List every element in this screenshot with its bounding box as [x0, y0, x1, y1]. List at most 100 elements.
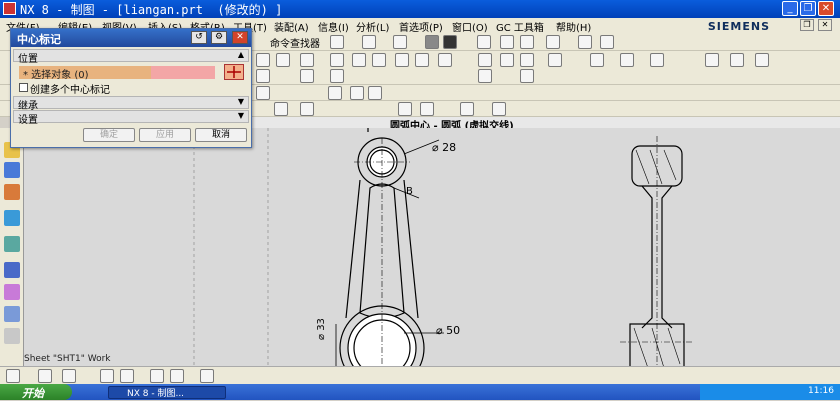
x-icon[interactable] [478, 53, 492, 67]
snap-end-icon[interactable] [100, 369, 114, 383]
shaded-icon[interactable] [425, 35, 439, 49]
section-settings[interactable]: 设置 ▼ [13, 110, 249, 126]
web-browser-icon[interactable] [4, 210, 20, 226]
move-icon[interactable] [520, 35, 534, 49]
hatch-icon[interactable] [328, 86, 342, 100]
snap-grid-icon[interactable] [398, 102, 412, 116]
restore-button[interactable]: ❐ [800, 1, 816, 16]
create-multiple-checkbox[interactable] [19, 83, 28, 92]
menu-gc-toolbox[interactable]: GC 工具箱 [496, 19, 544, 34]
minimize-button[interactable]: _ [782, 1, 798, 16]
snap-icon[interactable] [330, 35, 344, 49]
dim-vertical[interactable]: ⌀ 33 [316, 318, 327, 340]
menu-help[interactable]: 帮助(H) [556, 19, 591, 34]
wcs-icon[interactable] [500, 35, 514, 49]
draft-icon[interactable] [256, 86, 270, 100]
assembly-navigator-icon[interactable] [4, 162, 20, 178]
close-button[interactable]: ✕ [818, 1, 834, 16]
snap-cross-icon[interactable] [200, 369, 214, 383]
angle-icon[interactable] [256, 69, 270, 83]
bolt-icon[interactable] [730, 53, 744, 67]
text-icon[interactable] [330, 53, 344, 67]
xyz-icon[interactable] [520, 69, 534, 83]
mdi-restore-button[interactable]: ❐ [800, 19, 814, 31]
dimension-icon[interactable] [548, 53, 562, 67]
chevron-down-icon: ▼ [237, 111, 244, 120]
circle-icon[interactable] [300, 53, 314, 67]
selection-icon[interactable] [6, 369, 20, 383]
trim-icon[interactable] [415, 53, 429, 67]
menu-preferences[interactable]: 首选项(P) [399, 19, 443, 34]
rotate-icon[interactable] [368, 86, 382, 100]
nx-app-icon[interactable] [3, 2, 16, 15]
snap-tangent-icon[interactable] [170, 369, 184, 383]
render-style-icon[interactable] [443, 35, 457, 49]
command-finder-label[interactable]: 命令查找器 [270, 35, 320, 50]
dialog-close-button[interactable]: ✕ [232, 31, 248, 44]
menu-assembly[interactable]: 装配(A) [274, 19, 309, 34]
cube-icon[interactable] [492, 102, 506, 116]
dim-big-hole[interactable]: ⌀ 50 [436, 324, 460, 337]
ok-button[interactable]: 确定 [83, 128, 135, 142]
zoom-icon[interactable] [395, 53, 409, 67]
select-center-icon[interactable] [224, 64, 244, 80]
roles-icon[interactable] [4, 284, 20, 300]
clock-icon[interactable] [4, 262, 20, 278]
fillet-icon[interactable] [352, 53, 366, 67]
select-filter-icon[interactable] [362, 35, 376, 49]
menu-window[interactable]: 窗口(O) [452, 19, 488, 34]
point-icon[interactable] [520, 53, 534, 67]
check-icon[interactable] [438, 53, 452, 67]
hole-icon[interactable] [620, 53, 634, 67]
symbol-icon[interactable] [300, 69, 314, 83]
snap-quad-icon[interactable] [150, 369, 164, 383]
abc-text-icon[interactable] [478, 69, 492, 83]
section-inherit[interactable]: 继承 ▼ [13, 96, 249, 112]
palette-icon[interactable] [4, 236, 20, 252]
line-icon[interactable] [256, 53, 270, 67]
snap-mid-icon[interactable] [120, 369, 134, 383]
history-icon[interactable] [4, 184, 20, 200]
grid-icon[interactable] [578, 35, 592, 49]
dialog-title: 中心标记 [17, 33, 61, 46]
mdi-close-button[interactable]: ✕ [818, 19, 832, 31]
system-materials-icon[interactable] [4, 306, 20, 322]
chevron-down-icon: ▼ [237, 97, 244, 106]
view-fit-icon[interactable] [393, 35, 407, 49]
start-label: 开始 [22, 387, 44, 400]
intersect-icon[interactable] [500, 53, 514, 67]
select-object-label: * 选择对象 (0) [23, 70, 89, 81]
abc-icon[interactable] [330, 69, 344, 83]
view-icon[interactable] [274, 102, 288, 116]
taskbar-item-label: NX 8 - 制图... [127, 389, 185, 399]
status-text: Sheet "SHT1" Work [24, 354, 111, 364]
layer-icon[interactable] [477, 35, 491, 49]
arrow-icon[interactable] [590, 53, 604, 67]
settings-icon[interactable] [4, 328, 20, 344]
dialog-settings-icon[interactable]: ⚙ [211, 31, 227, 44]
table-icon[interactable] [372, 53, 386, 67]
menu-info[interactable]: 信息(I) [318, 19, 349, 34]
drawing-canvas[interactable] [24, 128, 840, 391]
reset-icon[interactable]: ↺ [191, 31, 207, 44]
dim-small-hole[interactable]: ⌀ 28 [432, 141, 456, 154]
arc-icon[interactable] [276, 53, 290, 67]
section-position[interactable]: 位置 ▲ [13, 49, 249, 65]
dialog-title-bar[interactable]: 中心标记 ↺ ⚙ ✕ [11, 29, 251, 47]
weld-icon[interactable] [705, 53, 719, 67]
section-icon[interactable] [300, 102, 314, 116]
menu-analysis[interactable]: 分析(L) [356, 19, 389, 34]
display-icon[interactable] [546, 35, 560, 49]
star-icon[interactable] [62, 369, 76, 383]
edit-icon[interactable] [350, 86, 364, 100]
shape-icon[interactable] [650, 53, 664, 67]
window-icon[interactable] [38, 369, 52, 383]
sheet-icon[interactable] [600, 35, 614, 49]
label-b[interactable]: B [406, 186, 413, 197]
cancel-button[interactable]: 取消 [195, 128, 247, 142]
apply-button[interactable]: 应用 [139, 128, 191, 142]
snap-center-icon[interactable] [460, 102, 474, 116]
section-position-label: 位置 [18, 54, 38, 65]
snap-point-icon[interactable] [420, 102, 434, 116]
nw-icon[interactable] [755, 53, 769, 67]
